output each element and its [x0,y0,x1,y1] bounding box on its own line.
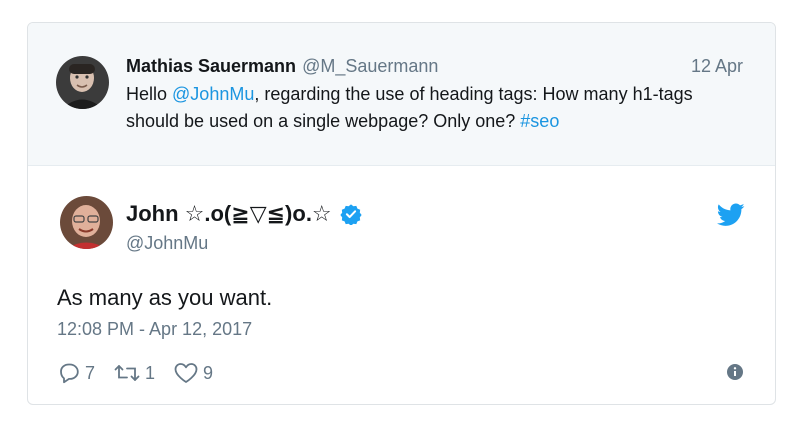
tweet-card: Mathias Sauermann @M_Sauermann 12 Apr Hel… [27,22,776,405]
retweet-button[interactable]: 1 [113,362,155,384]
reply-count: 7 [85,362,96,383]
info-icon[interactable] [725,362,745,382]
reply-icon [60,363,79,384]
verified-badge-icon [340,203,362,226]
parent-tweet[interactable]: Mathias Sauermann @M_Sauermann 12 Apr Hel… [28,23,775,166]
parent-author-name[interactable]: Mathias Sauermann [126,56,296,76]
hashtag-link[interactable]: #seo [520,111,559,131]
reply-button[interactable]: 7 [57,362,95,384]
main-author-handle[interactable]: @JohnMu [126,233,208,254]
parent-text-prefix: Hello [126,84,173,104]
avatar-john[interactable] [60,196,113,249]
tweet-timestamp[interactable]: 12:08 PM - Apr 12, 2017 [57,319,252,340]
parent-author-handle[interactable]: @M_Sauermann [302,56,438,76]
main-author-name[interactable]: John ☆.o(≧▽≦)o.☆ [126,201,332,227]
like-icon [174,363,198,383]
mention-link[interactable]: @JohnMu [172,84,254,104]
like-count: 9 [203,362,214,383]
retweet-count: 1 [145,362,156,383]
tweet-actions: 7 1 9 [57,362,231,384]
retweet-icon [114,365,140,381]
parent-tweet-date[interactable]: 12 Apr [691,56,743,77]
avatar-mathias[interactable] [56,56,109,109]
twitter-bird-icon[interactable] [716,203,745,227]
parent-tweet-text: Hello @JohnMu, regarding the use of head… [126,81,746,135]
tweet-text: As many as you want. [57,285,273,310]
like-button[interactable]: 9 [173,362,213,384]
